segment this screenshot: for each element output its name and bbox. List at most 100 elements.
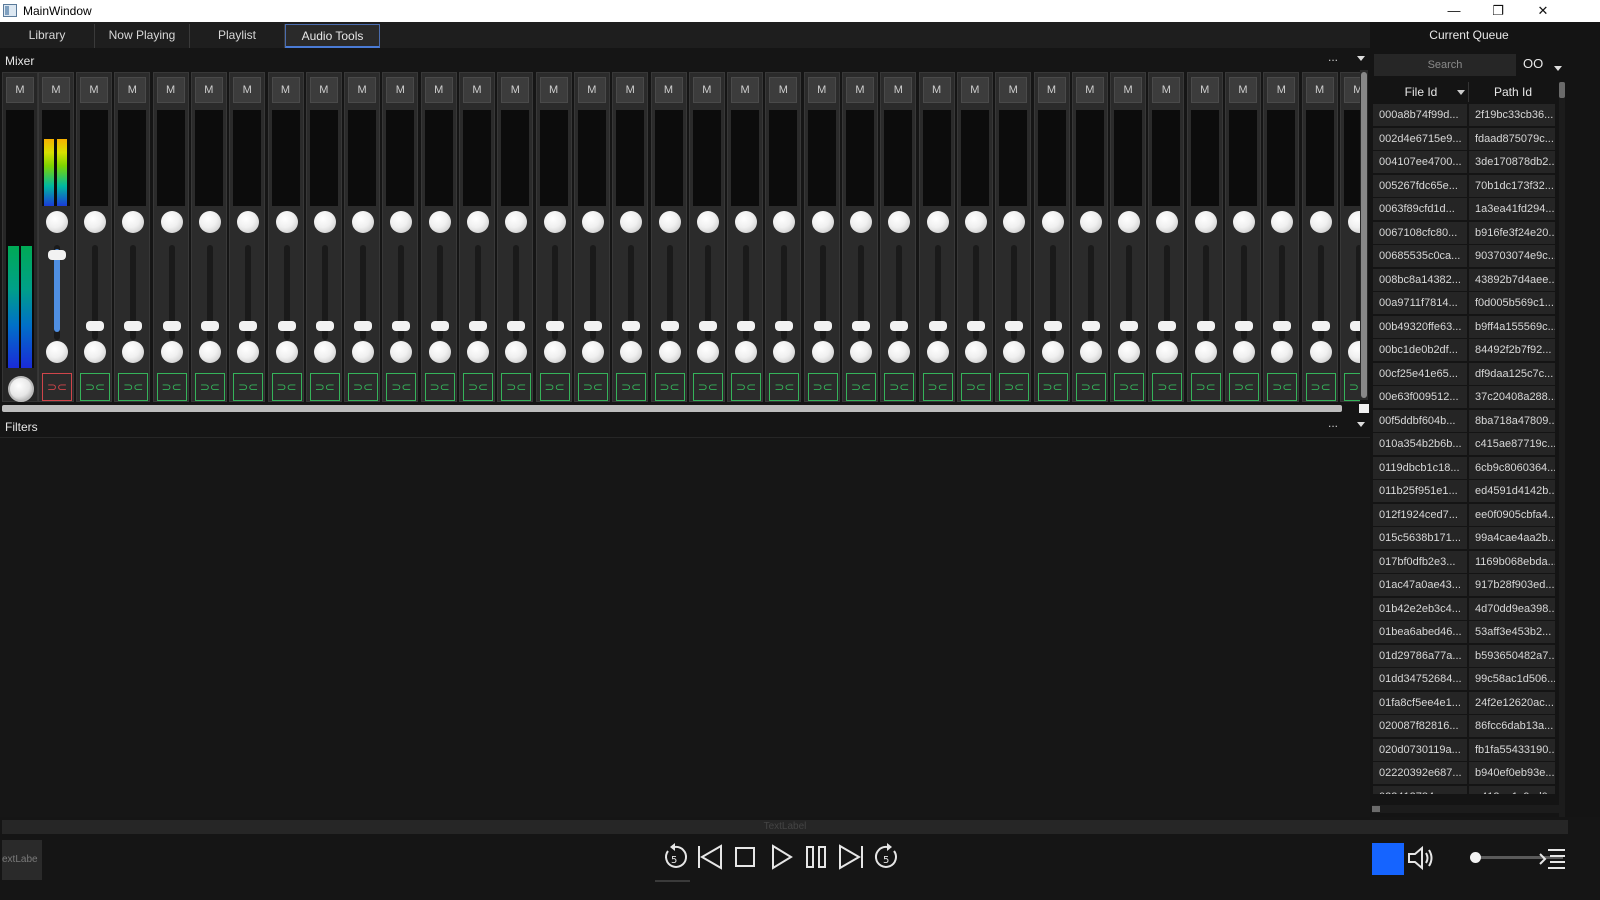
channel-link-button[interactable]: ⊃⊂ — [846, 373, 876, 401]
queue-row[interactable]: 02220392e687... b940ef0eb93e... — [1371, 762, 1557, 784]
channel-link-button[interactable]: ⊃⊂ — [922, 373, 953, 401]
channel-link-button[interactable]: ⊃⊂ — [1152, 373, 1183, 401]
queue-vertical-scroll-thumb[interactable] — [1559, 82, 1565, 98]
queue-row[interactable]: 00a9711f7814... f0d005b569c1... — [1371, 292, 1557, 314]
stop-icon[interactable] — [730, 842, 760, 872]
channel-link-button[interactable]: ⊃⊂ — [386, 373, 417, 401]
channel-link-button[interactable]: ⊃⊂ — [539, 373, 570, 401]
tab-playlist[interactable]: Playlist — [190, 24, 285, 48]
channel-link-button[interactable]: ⊃⊂ — [807, 373, 838, 401]
channel-gain-knob[interactable] — [237, 211, 260, 233]
channel-volume-handle[interactable] — [86, 321, 104, 331]
channel-mute-button[interactable]: M — [1229, 77, 1257, 103]
channel-link-button[interactable]: ⊃⊂ — [616, 373, 647, 401]
channel-pan-knob[interactable] — [122, 341, 145, 363]
channel-volume-handle[interactable] — [392, 321, 411, 331]
channel-volume-handle[interactable] — [583, 321, 602, 331]
channel-volume-handle[interactable] — [239, 321, 258, 331]
channel-mute-button[interactable]: M — [1267, 77, 1296, 103]
channel-link-button[interactable]: ⊃⊂ — [233, 373, 264, 401]
tab-now-playing[interactable]: Now Playing — [95, 24, 190, 48]
channel-link-button[interactable]: ⊃⊂ — [1305, 373, 1336, 401]
queue-row[interactable]: 01ac47a0ae43... 917b28f903ed... — [1371, 574, 1557, 596]
channel-pan-knob[interactable] — [46, 341, 68, 363]
channel-link-button[interactable]: ⊃⊂ — [1267, 373, 1298, 401]
channel-gain-knob[interactable] — [1309, 211, 1332, 233]
channel-pan-knob[interactable] — [237, 341, 260, 363]
channel-pan-knob[interactable] — [313, 341, 336, 363]
queue-dropdown-icon[interactable] — [1554, 66, 1562, 71]
channel-gain-knob[interactable] — [696, 211, 719, 233]
channel-gain-knob[interactable] — [1194, 211, 1217, 233]
channel-mute-button[interactable]: M — [731, 77, 760, 103]
channel-mute-button[interactable]: M — [194, 77, 223, 103]
channel-gain-knob[interactable] — [275, 211, 298, 233]
channel-volume-handle[interactable] — [469, 321, 487, 331]
channel-mute-button[interactable]: M — [271, 77, 300, 103]
channel-link-button[interactable]: ⊃⊂ — [1075, 373, 1106, 401]
channel-gain-knob[interactable] — [390, 211, 413, 233]
channel-volume-handle[interactable] — [1311, 321, 1330, 331]
queue-row[interactable]: 01fa8cf5ee4e1... 24f2e12620ac... — [1371, 691, 1557, 714]
channel-mute-button[interactable]: M — [1190, 77, 1219, 103]
queue-oo-button[interactable]: OO — [1523, 56, 1543, 71]
queue-row[interactable]: 010a354b2b6b... c415ae87719c... — [1371, 433, 1557, 455]
queue-row[interactable]: 00e63f009512... 37c20408a288... — [1371, 386, 1557, 408]
channel-gain-knob[interactable] — [1347, 211, 1360, 233]
channel-pan-knob[interactable] — [543, 341, 566, 363]
channel-gain-knob[interactable] — [1118, 211, 1141, 233]
channel-gain-knob[interactable] — [543, 211, 566, 233]
channel-link-button[interactable]: ⊃⊂ — [1229, 373, 1259, 401]
channel-mute-button[interactable]: M — [501, 77, 530, 103]
speaker-icon[interactable] — [1406, 843, 1436, 873]
channel-gain-knob[interactable] — [1271, 211, 1294, 233]
queue-row[interactable]: 015c5638b171... 99a4cae4aa2b... — [1371, 527, 1557, 549]
channel-volume-handle[interactable] — [775, 321, 794, 331]
channel-gain-knob[interactable] — [658, 211, 681, 233]
channel-link-button[interactable]: ⊃⊂ — [271, 373, 302, 401]
channel-volume-handle[interactable] — [698, 321, 717, 331]
channel-gain-knob[interactable] — [1041, 211, 1064, 233]
channel-volume-handle[interactable] — [1158, 321, 1177, 331]
queue-row[interactable]: 005267fdc65e... 70b1dc173f32... — [1371, 174, 1557, 197]
channel-volume-handle[interactable] — [737, 321, 756, 331]
channel-mute-button[interactable]: M — [386, 77, 415, 103]
filters-collapse-icon[interactable] — [1357, 422, 1365, 427]
queue-row[interactable]: 00b49320ffe63... b9ff4a155569c... — [1371, 315, 1557, 338]
channel-volume-handle[interactable] — [48, 249, 66, 260]
channel-link-button[interactable]: ⊃⊂ — [42, 373, 72, 401]
queue-row[interactable]: 004107ee4700... 3de170878db2... — [1371, 151, 1557, 173]
channel-gain-knob[interactable] — [122, 211, 145, 233]
channel-link-button[interactable]: ⊃⊂ — [424, 373, 455, 401]
column-header-path-id[interactable]: Path Id — [1470, 82, 1556, 102]
channel-gain-knob[interactable] — [620, 211, 643, 233]
channel-mute-button[interactable]: M — [233, 77, 262, 103]
queue-row[interactable]: 008bc8a14382... 43892b7d4aee... — [1371, 268, 1557, 291]
play-icon[interactable] — [766, 842, 796, 872]
channel-mute-button[interactable]: M — [348, 77, 377, 103]
channel-mute-button[interactable]: M — [1152, 77, 1181, 103]
channel-volume-handle[interactable] — [813, 321, 832, 331]
queue-row[interactable]: 01b42e2eb3c4... 4d70dd9ea398... — [1371, 597, 1557, 620]
mixer-horizontal-scrollbar[interactable] — [2, 405, 1342, 412]
channel-pan-knob[interactable] — [1309, 341, 1332, 363]
forward-5-icon[interactable]: 5 — [872, 842, 902, 872]
channel-pan-knob[interactable] — [926, 341, 949, 363]
queue-row[interactable]: 01dd34752684... 99c58ac1d506... — [1371, 668, 1557, 690]
channel-link-button[interactable]: ⊃⊂ — [501, 373, 532, 401]
channel-volume-handle[interactable] — [430, 321, 449, 331]
mixer-collapse-icon[interactable] — [1357, 56, 1365, 61]
channel-pan-knob[interactable] — [964, 341, 987, 363]
channel-pan-knob[interactable] — [1041, 341, 1064, 363]
channel-pan-knob[interactable] — [390, 341, 413, 363]
channel-link-button[interactable]: ⊃⊂ — [118, 373, 149, 401]
queue-row[interactable]: 020d0730119a... fb1fa55433190... — [1371, 738, 1557, 761]
channel-volume-handle[interactable] — [545, 321, 564, 331]
channel-volume-handle[interactable] — [277, 321, 296, 331]
queue-row[interactable]: 00f5ddbf604b... 8ba718a47809... — [1371, 409, 1557, 432]
channel-gain-knob[interactable] — [926, 211, 949, 233]
channel-link-button[interactable]: ⊃⊂ — [692, 373, 723, 401]
filters-more-button[interactable]: ... — [1328, 416, 1338, 430]
channel-volume-handle[interactable] — [660, 321, 679, 331]
channel-volume-handle[interactable] — [966, 321, 985, 331]
